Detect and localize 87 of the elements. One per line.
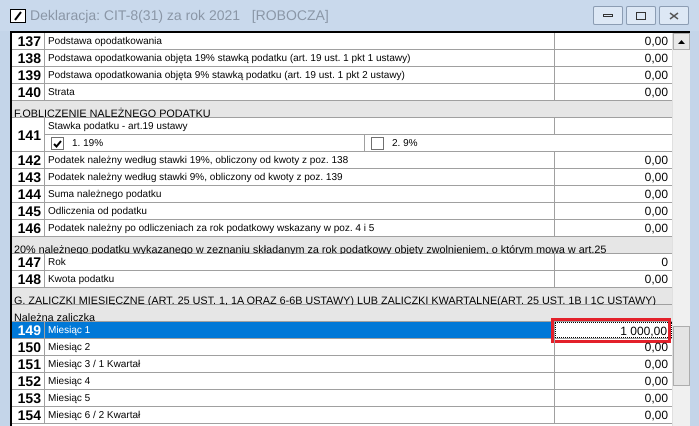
item-number: 150 — [12, 339, 45, 355]
item-label: Rok — [47, 256, 67, 270]
value-field[interactable]: 0,00 — [555, 152, 672, 168]
table-row[interactable]: 147 Rok 0 — [12, 254, 672, 271]
checkbox[interactable] — [51, 137, 64, 150]
item-label: Podatek należny według stawki 19%, obliczony od kwoty z poz. 138 — [47, 154, 350, 168]
value-field[interactable]: 0,00 — [555, 220, 672, 236]
table-row[interactable]: 145 Odliczenia od podatku 0,00 — [12, 203, 672, 220]
value-field[interactable]: 0,00 — [555, 203, 672, 219]
item-number: 138 — [12, 50, 45, 66]
item-number: 140 — [12, 84, 45, 100]
item-number: 137 — [12, 33, 45, 49]
option-label: 2. 9% — [392, 137, 418, 151]
item-label: Miesiąc 5 — [47, 392, 92, 406]
section-heading: Należna zaliczka — [14, 312, 96, 324]
value-field[interactable]: 0,00 — [555, 373, 672, 389]
table-row[interactable]: 152 Miesiąc 4 0,00 — [12, 373, 672, 390]
value-field[interactable]: 0,00 — [555, 390, 672, 406]
close-icon — [669, 12, 679, 20]
value-field[interactable]: 0,00 — [555, 169, 672, 185]
scroll-thumb[interactable] — [673, 326, 690, 386]
item-label: Strata — [47, 86, 76, 100]
table-row[interactable]: 140 Strata 0,00 — [12, 84, 672, 101]
item-number: 139 — [12, 67, 45, 83]
table-row[interactable]: 148 Kwota podatku 0,00 — [12, 271, 672, 288]
table-row[interactable]: 138 Podstawa opodatkowania objęta 19% stawką podatku (art. 19 ust. 1 pkt 1 ustawy) 0,00 — [12, 50, 672, 67]
value-field[interactable]: 0,00 — [555, 67, 672, 83]
table-row[interactable]: 150 Miesiąc 2 0,00 — [12, 339, 672, 356]
value-field[interactable]: 0 — [555, 254, 672, 270]
item-label: Suma należnego podatku — [47, 188, 162, 202]
item-number: 152 — [12, 373, 45, 389]
scroll-up-button[interactable] — [673, 33, 690, 50]
value-field[interactable]: 0,00 — [555, 186, 672, 202]
item-label: Miesiąc 2 — [47, 341, 92, 355]
item-label: Podstawa opodatkowania — [47, 35, 163, 49]
table-row[interactable]: 143 Podatek należny według stawki 9%, obliczony od kwoty z poz. 139 0,00 — [12, 169, 672, 186]
checkbox[interactable] — [371, 137, 384, 150]
value-field[interactable]: 0,00 — [555, 271, 672, 287]
item-number: 153 — [12, 390, 45, 406]
item-number: 144 — [12, 186, 45, 202]
check-icon — [53, 140, 62, 148]
item-label: Kwota podatku — [47, 273, 116, 287]
item-label: Podatek należny po odliczeniach za rok podatkowy wskazany w poz. 4 i 5 — [47, 222, 376, 236]
item-number: 147 — [12, 254, 45, 270]
table-row[interactable]: 142 Podatek należny według stawki 19%, obliczony od kwoty z poz. 138 0,00 — [12, 152, 672, 169]
table-row[interactable]: 137 Podstawa opodatkowania 0,00 — [12, 33, 672, 50]
item-number: 145 — [12, 203, 45, 219]
table-row[interactable]: 146 Podatek należny po odliczeniach za rok podatkowy wskazany w poz. 4 i 5 0,00 — [12, 220, 672, 237]
item-label: Miesiąc 4 — [47, 375, 92, 389]
up-arrow-icon — [678, 40, 685, 44]
value-field[interactable]: 0,00 — [555, 356, 672, 372]
item-number: 148 — [12, 271, 45, 287]
item-label: Podstawa opodatkowania objęta 9% stawką podatku (art. 19 ust. 1 pkt 2 ustawy) — [47, 69, 406, 83]
window-title: Deklaracja: CIT-8(31) za rok 2021 [ROBOCZA] — [30, 6, 329, 25]
close-button[interactable] — [659, 6, 689, 25]
scrollbar[interactable] — [672, 33, 690, 426]
item-label: Miesiąc 3 / 1 Kwartał — [47, 358, 142, 372]
option-label: 1. 19% — [72, 137, 104, 151]
table-row[interactable]: 139 Podstawa opodatkowania objęta 9% stawką podatku (art. 19 ust. 1 pkt 2 ustawy) 0,00 — [12, 67, 672, 84]
item-label: Miesiąc 6 / 2 Kwartał — [47, 409, 142, 423]
item-number: 149 — [12, 322, 45, 338]
value-field[interactable]: 0,00 — [555, 33, 672, 49]
value-field[interactable]: 0,00 — [555, 407, 672, 423]
item-label: Stawka podatku - art.19 ustawy — [47, 120, 189, 134]
item-label: Miesiąc 1 — [47, 324, 92, 338]
item-number: 151 — [12, 356, 45, 372]
table-row[interactable]: 151 Miesiąc 3 / 1 Kwartał 0,00 — [12, 356, 672, 373]
minimize-button[interactable] — [593, 6, 623, 25]
item-number: 146 — [12, 220, 45, 236]
item-number: 154 — [12, 407, 45, 423]
item-label: Podstawa opodatkowania objęta 19% stawką podatku (art. 19 ust. 1 pkt 1 ustawy) — [47, 52, 412, 66]
item-number: 143 — [12, 169, 45, 185]
table-row[interactable]: 153 Miesiąc 5 0,00 — [12, 390, 672, 407]
value-field[interactable]: 0,00 — [555, 50, 672, 66]
section-heading: F.OBLICZENIE NALEŻNEGO PODATKU — [14, 108, 211, 120]
value-field[interactable]: 0,00 — [555, 339, 672, 355]
value-field[interactable]: 0,00 — [555, 84, 672, 100]
table-row[interactable]: 141 Stawka podatku - art.19 ustawy 1. 19% 2. 9% — [12, 118, 672, 152]
item-number: 141 — [12, 118, 45, 151]
item-label: Podatek należny według stawki 9%, obliczony od kwoty z poz. 139 — [47, 171, 344, 185]
table-row[interactable]: 144 Suma należnego podatku 0,00 — [12, 186, 672, 203]
item-number: 142 — [12, 152, 45, 168]
edit-document-icon — [10, 8, 26, 22]
section-heading: G. ZALICZKI MIESIĘCZNE (ART. 25 UST. 1, 1A ORAZ 6-6B USTAWY) LUB ZALICZKI KWARTALNE(ART. 25 UST. 1B I 1C USTAWY) — [14, 295, 656, 307]
table-row[interactable]: 154 Miesiąc 6 / 2 Kwartał 0,00 — [12, 407, 672, 424]
maximize-button[interactable] — [626, 6, 656, 25]
item-label: Odliczenia od podatku — [47, 205, 148, 219]
